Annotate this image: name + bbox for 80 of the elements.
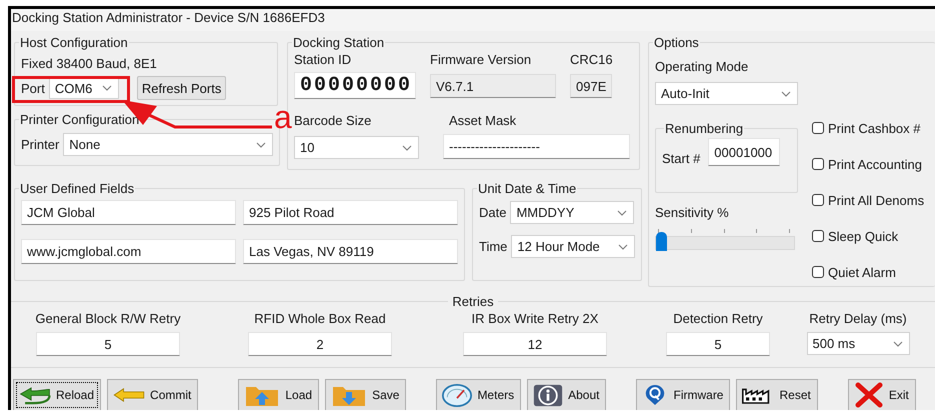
tick-mark — [789, 229, 790, 233]
toolbar-button[interactable]: Firmware — [636, 379, 730, 410]
toolbar-button[interactable]: About — [527, 379, 606, 410]
asset-mask-field[interactable]: --------------------- — [443, 134, 630, 159]
dropdown[interactable]: COM6 — [48, 77, 119, 99]
toolbar-button[interactable]: Reset — [736, 379, 818, 410]
chevron-down-icon — [892, 340, 902, 346]
number-field[interactable]: 12 — [463, 332, 607, 356]
checkbox[interactable]: Quiet Alarm — [812, 263, 924, 281]
station-id-field[interactable]: 00000000 — [294, 72, 416, 99]
group-title: Printer Configuration — [19, 112, 140, 127]
dropdown[interactable]: 12 Hour Mode — [511, 235, 636, 258]
start-number-field[interactable]: 00001000 — [708, 138, 780, 166]
field-label: Operating Mode — [655, 59, 748, 74]
slider-label: Sensitivity % — [655, 205, 729, 220]
checkbox[interactable]: Print All Denoms — [812, 191, 924, 209]
toolbar-button[interactable]: Exit — [848, 379, 916, 410]
field-label: CRC16 — [570, 52, 612, 67]
field-label: Station ID — [294, 52, 352, 67]
toolbar-button[interactable]: Commit — [107, 379, 198, 410]
field-label: RFID Whole Box Read — [254, 311, 386, 326]
number-field[interactable]: 2 — [248, 332, 392, 356]
dropdown[interactable]: 500 ms — [806, 332, 910, 355]
firmware-field: V6.7.1 — [430, 74, 556, 98]
field-label: Port — [21, 80, 45, 96]
text-field[interactable]: www.jcmglobal.com — [21, 239, 236, 264]
checkbox[interactable]: Sleep Quick — [812, 227, 924, 245]
group-title: Options — [653, 35, 700, 50]
chevron-down-icon — [781, 90, 791, 96]
checkbox[interactable]: Print Cashbox # — [812, 119, 924, 137]
field-label: Date — [479, 205, 506, 220]
text-field[interactable]: 925 Pilot Road — [243, 200, 458, 225]
refresh-ports-button[interactable]: Refresh Ports — [136, 76, 226, 100]
curved-arrow-icon — [19, 386, 51, 404]
chevron-down-icon — [402, 144, 412, 150]
toolbar-button[interactable]: Load — [238, 379, 320, 410]
group-title: Renumbering — [664, 121, 744, 136]
crc-field: 097E — [570, 74, 612, 98]
dropdown[interactable]: 10 — [294, 136, 419, 159]
field-label: Firmware Version — [430, 52, 532, 67]
group-title: Retries — [451, 294, 495, 309]
text-field[interactable]: JCM Global — [21, 200, 236, 225]
chevron-down-icon — [256, 142, 266, 148]
chevron-down-icon — [102, 85, 112, 91]
left-arrow-icon — [113, 388, 146, 402]
field-label: Detection Retry — [673, 311, 763, 326]
group-title: Unit Date & Time — [477, 181, 578, 196]
number-field[interactable]: 5 — [666, 332, 770, 356]
field-label: IR Box Write Retry 2X — [472, 311, 598, 326]
toolbar-button[interactable]: Save — [325, 379, 406, 410]
gauge-icon — [442, 384, 472, 406]
dropdown[interactable]: None — [63, 133, 274, 156]
close-icon — [854, 382, 884, 408]
field-label: Retry Delay (ms) — [809, 311, 907, 326]
dropdown[interactable]: Auto-Init — [655, 82, 798, 105]
text-field[interactable]: Las Vegas, NV 89119 — [243, 239, 458, 264]
toolbar-button[interactable]: Reload — [13, 379, 102, 410]
slider-thumb[interactable] — [656, 232, 667, 251]
tick-mark — [756, 229, 758, 233]
toolbar-button[interactable]: Meters — [436, 379, 522, 410]
number-field[interactable]: 5 — [36, 332, 180, 356]
field-label: Asset Mask — [449, 113, 516, 128]
field-label: General Block R/W Retry — [35, 311, 181, 326]
chevron-down-icon — [618, 244, 628, 250]
group-title: Host Configuration — [19, 35, 129, 50]
field-label: Start # — [662, 151, 700, 166]
checkbox[interactable]: Print Accounting — [812, 155, 924, 173]
tick-mark — [690, 229, 692, 233]
tick-mark — [658, 229, 659, 233]
dropdown[interactable]: MMDDYY — [510, 201, 634, 224]
group-title: Docking Station — [292, 35, 386, 50]
chevron-down-icon — [617, 210, 628, 216]
group-title: User Defined Fields — [19, 181, 136, 196]
field-label: Printer — [21, 137, 60, 152]
field-label: Time — [479, 239, 508, 254]
field-label: Barcode Size — [294, 113, 372, 128]
baud-label: Fixed 38400 Baud, 8E1 — [21, 56, 158, 71]
info-icon — [533, 384, 564, 406]
window-title: Docking Station Administrator - Device S/N 1686EFD3 — [11, 9, 935, 31]
annotation-label: a — [274, 101, 292, 133]
